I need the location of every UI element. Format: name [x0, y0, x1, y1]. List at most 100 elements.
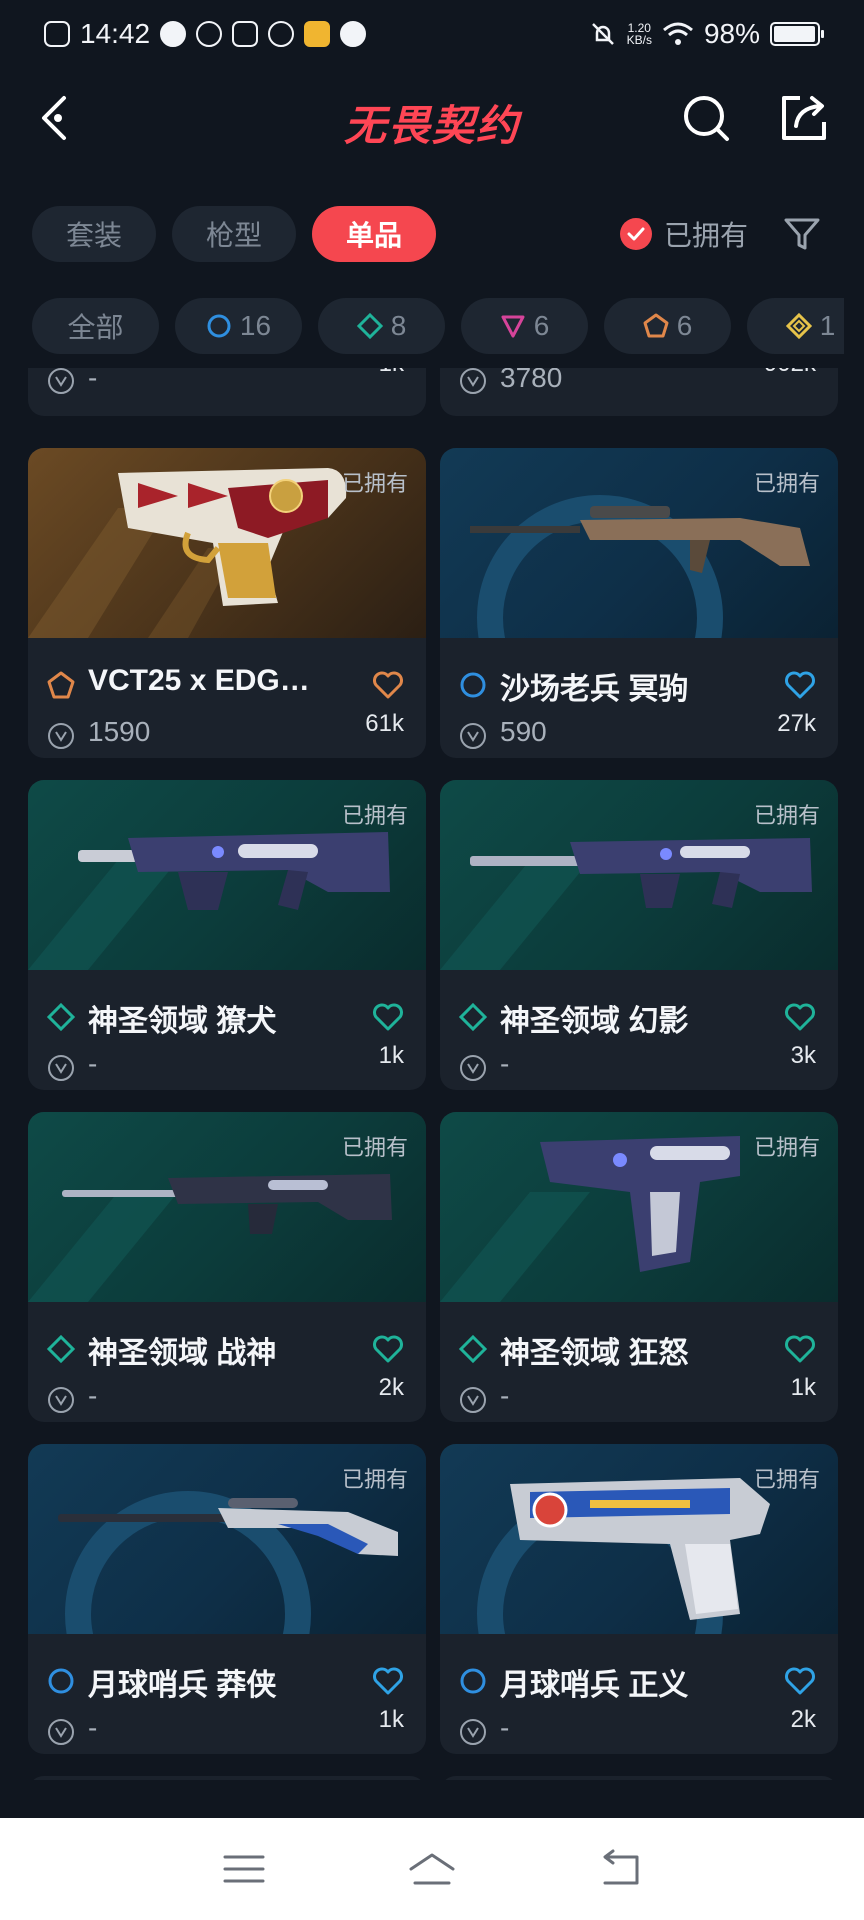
video-app-icon [232, 21, 259, 47]
skin-name: 月球哨兵 正义 [500, 1669, 689, 1702]
tier-diamond-icon [46, 1002, 76, 1032]
tier-circle-icon [207, 314, 231, 338]
mute-bell-icon [591, 23, 614, 45]
tab-label: 枪型 [206, 220, 263, 251]
heart-icon[interactable] [784, 1666, 816, 1696]
status-bar: 14:42 1.20 KB/s 98% [0, 0, 864, 68]
chip-tier-ultra[interactable]: 1 [747, 298, 844, 354]
filter-button[interactable] [782, 214, 822, 254]
net-speed-unit: KB/s [626, 33, 652, 47]
owned-tag: 已拥有 [341, 1467, 408, 1492]
tier-diamond-icon [458, 1334, 488, 1364]
owned-tag: 已拥有 [753, 1467, 820, 1492]
skin-price: 3780 [500, 368, 563, 393]
tab-weapon-types[interactable]: 枪型 [172, 206, 297, 262]
owned-filter-toggle[interactable]: 已拥有 [620, 214, 748, 254]
app-title: 无畏契约 [343, 102, 520, 149]
heart-icon[interactable] [784, 1002, 816, 1032]
heart-icon[interactable] [784, 1334, 816, 1364]
skin-name: 神圣领域 战神 [88, 1337, 277, 1370]
heart-icon[interactable] [784, 670, 816, 700]
tier-rhombus-icon [785, 313, 812, 339]
owned-filter-label: 已拥有 [664, 220, 749, 251]
heart-icon[interactable] [372, 670, 404, 700]
vp-currency-icon [48, 1719, 74, 1745]
tab-label: 套装 [66, 220, 123, 251]
tab-label: 单品 [346, 220, 403, 251]
chip-label: 全部 [67, 312, 124, 343]
battery-icon [770, 22, 824, 46]
category-tabs: 套装 枪型 单品 [32, 206, 437, 262]
skin-card[interactable]: 已拥有 沙场老兵 冥驹 590 27k [440, 448, 838, 758]
chip-count: 6 [533, 310, 550, 341]
skin-card[interactable]: 已拥有 月球哨兵 正义 - 2k [440, 1444, 838, 1754]
vp-currency-icon [460, 368, 486, 394]
system-nav-bar [0, 1818, 864, 1920]
skin-price: 590 [500, 716, 547, 747]
chip-all[interactable]: 全部 [32, 298, 159, 354]
chip-tier-exclusive[interactable]: 6 [604, 298, 731, 354]
like-count: 3k [790, 1042, 816, 1069]
like-count: 1k [379, 368, 404, 378]
skin-price: - [500, 1712, 510, 1743]
heart-icon[interactable] [372, 1002, 404, 1032]
status-time: 14:42 [80, 18, 151, 49]
tier-pentagon-icon [47, 671, 75, 699]
chip-tier-select[interactable]: 16 [175, 298, 302, 354]
chip-count: 8 [390, 310, 407, 341]
like-count: 2k [790, 1706, 816, 1733]
search-button[interactable] [680, 92, 732, 144]
back-nav-button[interactable] [595, 1847, 645, 1891]
skin-card[interactable]: 已拥有 神圣领域 战神 - 2k [28, 1112, 426, 1422]
net-speed: 1.20 KB/s [627, 22, 652, 46]
skin-card[interactable]: 已拥有 神圣领域 狂怒 - 1k [440, 1112, 838, 1422]
vp-currency-icon [48, 1055, 74, 1081]
skin-price: - [500, 1048, 510, 1079]
app-link-icon [268, 21, 295, 47]
skin-price: - [88, 1712, 98, 1743]
skin-card[interactable]: 已拥有 神圣领域 幻影 - 3k [440, 780, 838, 1090]
skin-name: 沙场老兵 冥驹 [500, 673, 689, 706]
tier-circle-icon [48, 1668, 74, 1694]
chip-tier-deluxe[interactable]: 8 [318, 298, 445, 354]
tier-triangle-icon [501, 315, 525, 338]
skin-name: 神圣领域 獠犬 [88, 1005, 277, 1038]
tier-filter-chips: 全部 16 8 6 6 1 [32, 298, 844, 354]
tier-pentagon-icon [643, 313, 669, 338]
vp-currency-icon [460, 723, 486, 749]
like-count: 2k [378, 1374, 404, 1401]
skin-card-partial[interactable]: - 1k [28, 368, 426, 416]
skin-card[interactable]: 已拥有 神圣领域 獠犬 - 1k [28, 780, 426, 1090]
battery-percent: 98% [703, 18, 760, 49]
menu-button[interactable] [219, 1847, 269, 1891]
skin-grid[interactable]: - 1k 3780 902k 已拥有 VCT25 x EDG… 159 [0, 368, 864, 1780]
skin-price: - [500, 1380, 510, 1411]
share-button[interactable] [778, 92, 830, 144]
skin-price: - [88, 368, 98, 393]
vp-currency-icon [48, 368, 74, 394]
skin-card[interactable]: 已拥有 月球哨兵 莽侠 - 1k [28, 1444, 426, 1754]
chip-count: 16 [239, 310, 272, 341]
cloud-icon [160, 21, 187, 47]
skin-card-partial[interactable]: 3780 902k [440, 368, 838, 416]
skin-card-partial[interactable] [440, 1776, 838, 1780]
like-count: 1k [378, 1706, 404, 1733]
like-count: 1k [790, 1374, 816, 1401]
header: 无畏契约 [0, 78, 864, 158]
like-count: 61k [365, 710, 404, 737]
tab-bundles[interactable]: 套装 [32, 206, 157, 262]
skin-card-partial[interactable] [28, 1776, 426, 1780]
heart-icon[interactable] [372, 1666, 404, 1696]
heart-icon[interactable] [372, 1334, 404, 1364]
skin-card[interactable]: 已拥有 VCT25 x EDG… 1590 61k [28, 448, 426, 758]
status-right: 1.20 KB/s 98% [589, 18, 824, 50]
home-button[interactable] [407, 1847, 457, 1891]
chip-tier-premium[interactable]: 6 [461, 298, 588, 354]
tab-single-items[interactable]: 单品 [312, 206, 437, 262]
like-count: 1k [378, 1042, 404, 1069]
chip-count: 1 [819, 310, 836, 341]
skin-name: 月球哨兵 莽侠 [88, 1669, 277, 1702]
tier-circle-icon [460, 672, 486, 698]
qq-icon [196, 21, 223, 47]
tier-diamond-icon [46, 1334, 76, 1364]
